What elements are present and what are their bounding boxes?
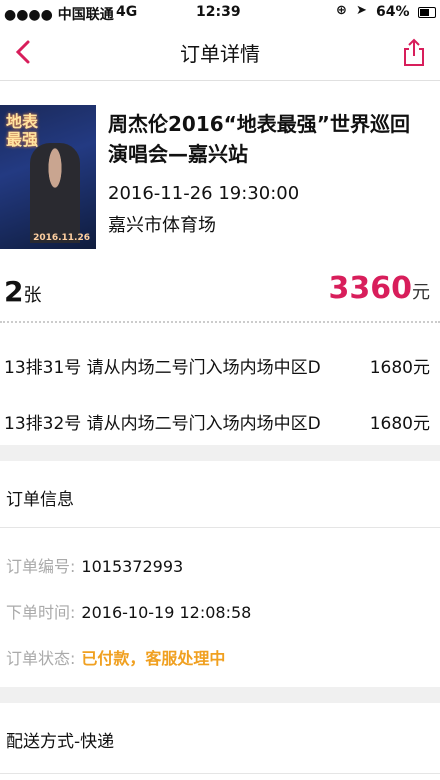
delivery-section: 配送方式-快递	[0, 703, 440, 780]
ticket-row: 13排31号 请从内场二号门入场内场中区D 1680元	[4, 353, 430, 378]
poster-artist-image	[30, 143, 80, 243]
clock-label: 12:39	[196, 4, 241, 20]
ticket-quantity: 2张	[4, 275, 41, 308]
total-value: 3360	[328, 271, 413, 306]
event-title: 周杰伦2016“地表最强”世界巡回演唱会—嘉兴站	[108, 112, 410, 166]
event-poster[interactable]: 地表 最强 2016.11.26	[0, 105, 96, 249]
poster-title: 地表 最强	[6, 113, 38, 149]
delivery-title: 配送方式-快递	[6, 732, 115, 752]
order-total: 3360元	[329, 271, 431, 306]
status-bar: ●●●● 中国联通 4G 12:39 ⊕ ➤ 64%	[0, 0, 440, 24]
poster-title-line1: 地表	[6, 112, 39, 131]
quantity-value: 2	[4, 275, 24, 308]
ticket-seat: 13排31号	[4, 358, 82, 378]
total-unit: 元	[412, 282, 430, 303]
ticket-price: 1680元	[369, 358, 430, 378]
carrier-label: ●●●● 中国联通	[4, 7, 114, 23]
ticket-location: 请从内场二号门入场内场中区D	[86, 358, 321, 378]
divider	[0, 773, 440, 774]
divider	[0, 527, 440, 528]
location-icon: ➤	[356, 3, 367, 18]
order-status-value: 已付款，客服处理中	[81, 649, 226, 668]
poster-title-line2: 最强	[6, 130, 39, 149]
order-number-value: 1015372993	[81, 557, 184, 576]
share-button[interactable]	[398, 36, 430, 68]
lock-rotation-icon: ⊕	[336, 3, 347, 18]
quantity-unit: 张	[23, 285, 42, 306]
order-time-value: 2016-10-19 12:08:58	[81, 603, 252, 622]
ticket-location: 请从内场二号门入场内场中区D	[86, 414, 321, 434]
page-title: 订单详情	[180, 42, 260, 66]
order-time-row: 下单时间: 2016-10-19 12:08:58	[6, 599, 251, 623]
event-datetime: 2016-11-26 19:30:00	[108, 183, 300, 204]
battery-percent: 64%	[376, 4, 410, 20]
ticket-seat: 13排32号	[4, 414, 82, 434]
order-status-row: 订单状态: 已付款，客服处理中	[6, 645, 225, 669]
share-icon	[404, 38, 424, 66]
order-number-label: 订单编号:	[6, 557, 76, 576]
order-time-label: 下单时间:	[6, 603, 76, 622]
ticket-row: 13排32号 请从内场二号门入场内场中区D 1680元	[4, 409, 430, 434]
ticket-price: 1680元	[369, 414, 430, 434]
poster-date: 2016.11.26	[33, 233, 90, 243]
order-status-label: 订单状态:	[6, 649, 76, 668]
nav-bar: 订单详情	[0, 24, 440, 81]
order-number-row: 订单编号: 1015372993	[6, 553, 183, 577]
event-venue: 嘉兴市体育场	[108, 215, 216, 236]
order-info-title: 订单信息	[6, 490, 74, 510]
battery-icon	[418, 7, 436, 18]
order-info-section: 订单信息 订单编号: 1015372993 下单时间: 2016-10-19 12:…	[0, 461, 440, 687]
network-label: 4G	[116, 4, 138, 20]
event-section: 地表 最强 2016.11.26 周杰伦2016“地表最强”世界巡回演唱会—嘉兴…	[0, 81, 440, 445]
dashed-divider	[0, 321, 440, 323]
